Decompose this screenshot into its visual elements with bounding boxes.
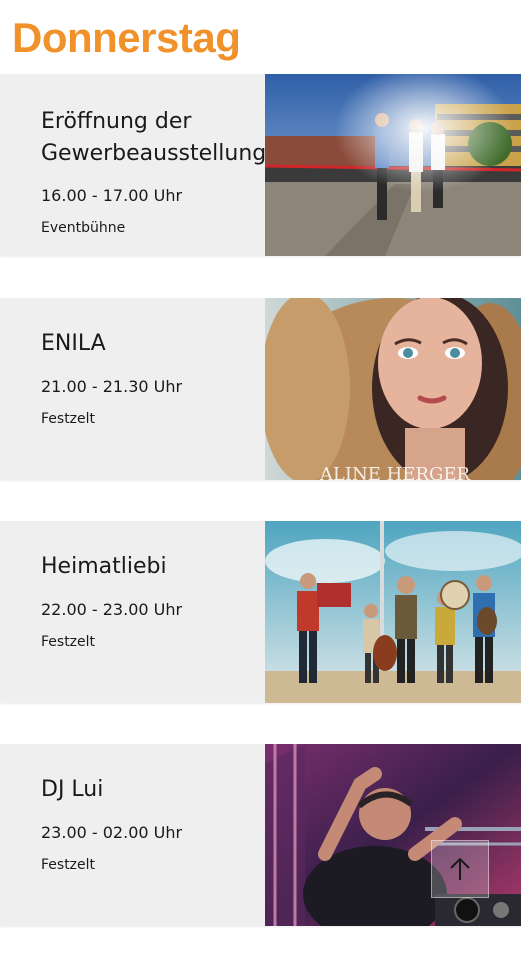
photo-caption: ALINE HERGER bbox=[319, 464, 471, 480]
event-photo-dj[interactable] bbox=[265, 744, 521, 926]
event-info: Heimatliebi 22.00 - 23.00 Uhr Festzelt bbox=[0, 521, 265, 703]
event-photo-band[interactable] bbox=[265, 521, 521, 703]
event-photo-ribbon-cutting[interactable] bbox=[265, 74, 521, 256]
event-title: DJ Lui bbox=[41, 777, 104, 802]
event-time: 21.00 - 21.30 Uhr bbox=[41, 377, 183, 396]
event-venue: Festzelt bbox=[41, 634, 96, 650]
event-title-line2: Gewerbeausstellung bbox=[41, 141, 267, 166]
event-photo-portrait[interactable]: ALINE HERGER bbox=[265, 298, 521, 480]
scroll-to-top-button[interactable] bbox=[431, 840, 489, 898]
event-card-heimatliebi[interactable]: Heimatliebi 22.00 - 23.00 Uhr Festzelt bbox=[0, 521, 521, 703]
event-info: DJ Lui 23.00 - 02.00 Uhr Festzelt bbox=[0, 744, 265, 926]
event-title-line1: Eröffnung der bbox=[41, 109, 192, 134]
arrow-up-icon bbox=[450, 857, 470, 880]
event-title: Heimatliebi bbox=[41, 554, 167, 579]
event-info: Eröffnung der Gewerbeausstellung 16.00 -… bbox=[0, 74, 267, 256]
day-heading: Donnerstag bbox=[12, 14, 241, 61]
event-venue: Festzelt bbox=[41, 411, 96, 427]
event-time: 16.00 - 17.00 Uhr bbox=[41, 186, 183, 205]
event-venue: Eventbühne bbox=[41, 220, 126, 236]
event-card-eroeffnung[interactable]: Eröffnung der Gewerbeausstellung 16.00 -… bbox=[0, 74, 521, 256]
event-title: ENILA bbox=[41, 331, 106, 356]
event-info: ENILA 21.00 - 21.30 Uhr Festzelt bbox=[0, 298, 265, 480]
event-time: 22.00 - 23.00 Uhr bbox=[41, 600, 183, 619]
event-card-enila[interactable]: ENILA 21.00 - 21.30 Uhr Festzelt ALINE H… bbox=[0, 298, 521, 480]
event-time: 23.00 - 02.00 Uhr bbox=[41, 823, 183, 842]
event-card-dj-lui[interactable]: DJ Lui 23.00 - 02.00 Uhr Festzelt bbox=[0, 744, 521, 926]
event-venue: Festzelt bbox=[41, 857, 96, 873]
